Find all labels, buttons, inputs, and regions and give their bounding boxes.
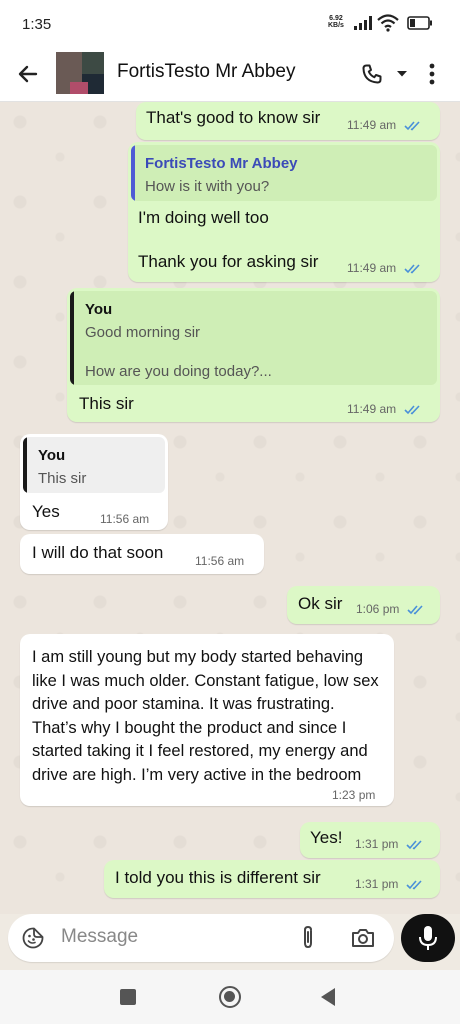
quote-text: How are you doing today?... [85, 363, 272, 380]
message-bubble-outgoing[interactable]: That's good to know sir 11:49 am [136, 102, 440, 140]
message-text: Thank you for asking sir [138, 252, 319, 271]
net-speed-unit: KB/s [328, 22, 344, 29]
chevron-down-icon[interactable] [396, 70, 408, 78]
message-meta: 11:49 am [347, 402, 422, 416]
message-text: Yes [32, 502, 60, 521]
message-bubble-incoming[interactable]: I will do that soon 11:56 am [20, 534, 264, 574]
message-time: 11:49 am [347, 402, 397, 416]
quote-sender: You [38, 447, 66, 464]
status-time: 1:35 [22, 16, 52, 33]
message-text: I told you this is different sir [115, 868, 321, 887]
message-list[interactable]: That's good to know sir 11:49 am FortisT… [0, 102, 460, 914]
quote-sender: You [85, 301, 113, 318]
read-ticks-icon [406, 880, 422, 890]
wifi-icon [377, 14, 399, 32]
composer: Message [0, 914, 460, 970]
message-time: 1:31 pm [355, 877, 399, 891]
quoted-reply[interactable]: You Good morning sir How are you doing t… [70, 291, 437, 385]
more-vert-icon[interactable] [428, 62, 436, 86]
quote-bar [131, 145, 135, 201]
message-meta: 11:49 am [347, 118, 422, 132]
message-time: 11:56 am [100, 512, 150, 526]
message-meta: 11:49 am [347, 261, 422, 275]
battery-icon [407, 16, 432, 30]
avatar[interactable] [56, 52, 104, 94]
message-bubble-incoming[interactable]: I am still young but my body started beh… [20, 634, 394, 806]
message-meta: 1:06 pm [356, 602, 425, 616]
message-input[interactable]: Message [61, 926, 138, 948]
message-bubble-outgoing[interactable]: FortisTesto Mr Abbey How is it with you?… [128, 142, 440, 282]
read-ticks-icon [403, 264, 420, 274]
signal-icon [354, 16, 372, 30]
quote-bar [23, 437, 27, 493]
call-icon[interactable] [360, 62, 384, 86]
quote-bar [70, 291, 74, 385]
read-ticks-icon [406, 840, 422, 850]
message-time: 11:49 am [347, 118, 397, 132]
message-text: That's good to know sir [146, 108, 321, 127]
message-text: I am still young but my body started beh… [32, 648, 379, 784]
mic-icon [419, 926, 437, 950]
home-button[interactable] [219, 986, 241, 1008]
message-bubble-outgoing[interactable]: You Good morning sir How are you doing t… [67, 288, 440, 422]
chat-header: FortisTesto Mr Abbey [0, 48, 460, 102]
message-time: 11:56 am [195, 554, 245, 568]
back-nav-icon[interactable] [320, 987, 336, 1007]
message-text: This sir [79, 394, 134, 413]
quote-text: How is it with you? [145, 178, 270, 195]
message-time: 11:49 am [347, 261, 397, 275]
quote-text: Good morning sir [85, 324, 201, 341]
message-text: Yes! [310, 828, 343, 847]
system-nav-bar [0, 970, 460, 1024]
net-speed: 6.92 KB/s [328, 15, 344, 29]
status-bar: 1:35 6.92 KB/s [0, 0, 460, 48]
quoted-reply[interactable]: You This sir [23, 437, 165, 493]
sticker-icon[interactable] [21, 926, 45, 950]
message-bubble-outgoing[interactable]: I told you this is different sir 1:31 pm [104, 860, 440, 898]
message-time: 1:23 pm [332, 788, 376, 802]
back-arrow-icon[interactable] [16, 62, 40, 86]
mic-button[interactable] [401, 914, 455, 962]
read-ticks-icon [407, 605, 423, 615]
message-meta: 1:31 pm [355, 877, 424, 891]
message-bubble-outgoing[interactable]: Yes! 1:31 pm [300, 822, 440, 858]
message-time: 1:31 pm [355, 837, 399, 851]
recents-button[interactable] [120, 989, 136, 1005]
quoted-reply[interactable]: FortisTesto Mr Abbey How is it with you? [131, 145, 437, 201]
net-speed-value: 6.92 [329, 15, 343, 22]
message-bubble-outgoing[interactable]: Ok sir 1:06 pm [287, 586, 440, 624]
read-ticks-icon [403, 405, 420, 415]
message-text: I will do that soon [32, 543, 164, 562]
message-text: I'm doing well too [138, 208, 269, 227]
message-bubble-incoming[interactable]: You This sir Yes 11:56 am [20, 434, 168, 530]
quote-sender: FortisTesto Mr Abbey [145, 155, 298, 172]
contact-name[interactable]: FortisTesto Mr Abbey [117, 61, 295, 83]
camera-icon[interactable] [350, 926, 376, 950]
message-time: 1:06 pm [356, 602, 400, 616]
quote-text: This sir [38, 470, 87, 487]
message-text: Ok sir [298, 594, 343, 613]
attach-icon[interactable] [296, 925, 320, 951]
message-input-box[interactable]: Message [8, 914, 394, 962]
read-ticks-icon [403, 121, 420, 131]
message-meta: 1:31 pm [355, 837, 424, 851]
